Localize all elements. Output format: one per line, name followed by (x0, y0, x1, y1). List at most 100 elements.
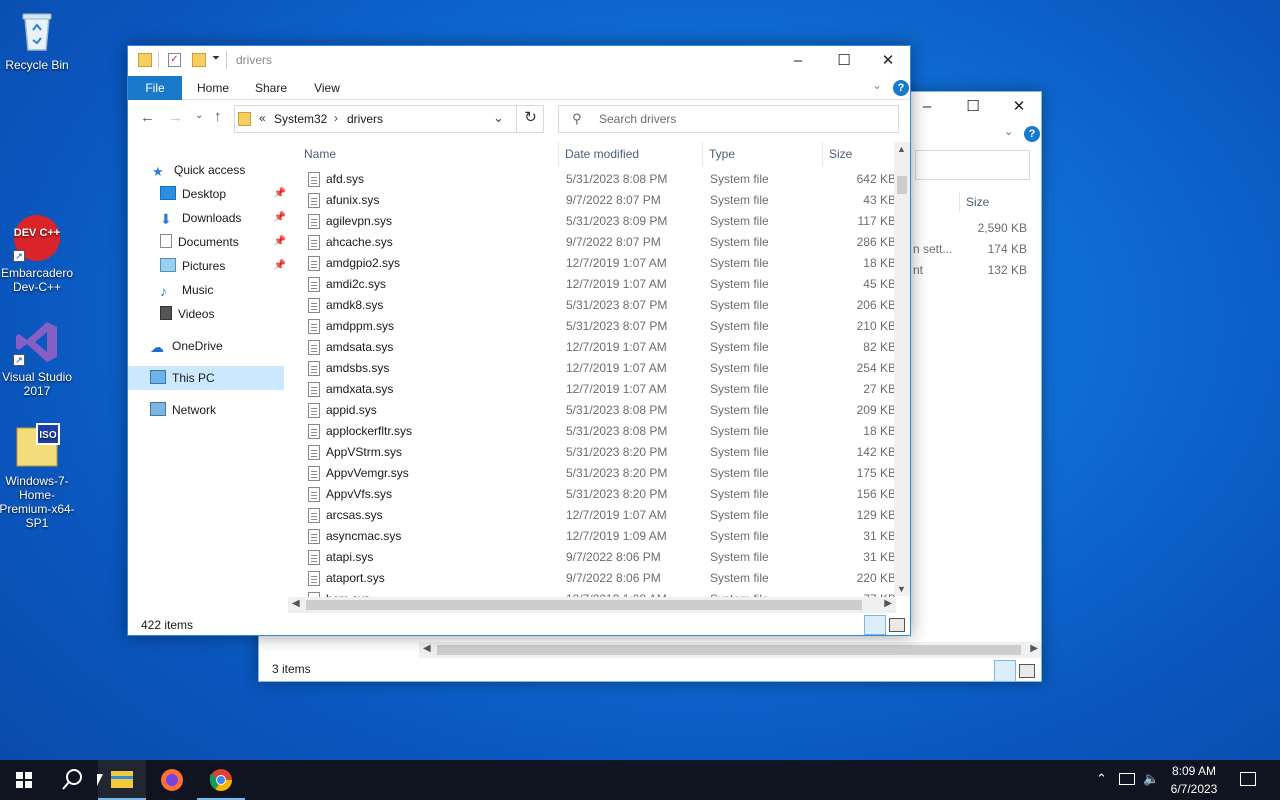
desktop-icon-iso[interactable]: ISO Windows-7-Home-Premium-x64-SP1 (0, 422, 75, 530)
breadcrumb-system32[interactable]: System32 (274, 112, 327, 126)
taskbar-chrome[interactable] (197, 760, 245, 800)
tab-file[interactable]: File (128, 76, 182, 100)
table-row[interactable]: AppvVfs.sys 5/31/2023 8:20 PM System file 1… (288, 484, 898, 505)
breadcrumb-separator-icon[interactable]: › (334, 111, 338, 125)
notifications-icon[interactable] (1240, 772, 1256, 786)
table-row[interactable]: ahcache.sys 9/7/2022 8:07 PM System file 28… (288, 232, 898, 253)
table-row[interactable]: amdxata.sys 12/7/2019 1:07 AM System file 2… (288, 379, 898, 400)
scrollbar-thumb[interactable] (437, 645, 1021, 655)
pin-icon[interactable]: 📌 (274, 182, 286, 206)
close-button[interactable]: ✕ (865, 46, 911, 76)
tab-view[interactable]: View (302, 76, 352, 100)
scroll-down-icon[interactable]: ▼ (897, 584, 906, 594)
scroll-left-icon[interactable]: ◀ (292, 598, 300, 609)
sidebar-item-desktop[interactable]: Desktop 📌 (160, 182, 286, 206)
help-icon[interactable]: ? (1024, 126, 1040, 142)
tray-chevron-up-icon[interactable]: ⌃ (1096, 771, 1107, 787)
taskbar-file-explorer[interactable] (98, 760, 146, 800)
column-header-size[interactable]: Size (823, 142, 893, 166)
table-row[interactable]: appid.sys 5/31/2023 8:08 PM System file 209… (288, 400, 898, 421)
customize-toolbar-icon[interactable]: ⏷ (212, 53, 220, 64)
sidebar-item-videos[interactable]: Videos (160, 302, 214, 326)
table-row[interactable]: amdsata.sys 12/7/2019 1:07 AM System file 8… (288, 337, 898, 358)
table-row[interactable]: AppVStrm.sys 5/31/2023 8:20 PM System file… (288, 442, 898, 463)
sidebar-item-downloads[interactable]: ⬇ Downloads 📌 (160, 206, 286, 230)
breadcrumb-drivers[interactable]: drivers (347, 112, 383, 126)
table-row[interactable]: arcsas.sys 12/7/2019 1:07 AM System file 12… (288, 505, 898, 526)
recent-locations-icon[interactable]: ⌄ (195, 110, 203, 121)
chevron-down-icon[interactable]: ⌄ (872, 78, 882, 92)
tab-home[interactable]: Home (188, 76, 238, 100)
network-status-icon[interactable] (1119, 773, 1135, 785)
back-arrow-icon[interactable]: ← (140, 109, 155, 126)
details-view-icon[interactable] (864, 615, 886, 635)
tab-share[interactable]: Share (246, 76, 296, 100)
pin-icon[interactable]: 📌 (274, 254, 286, 278)
sidebar-item-quick-access[interactable]: ★ Quick access (152, 158, 245, 182)
maximize-button[interactable]: ☐ (821, 46, 867, 76)
scrollbar-thumb[interactable] (897, 176, 907, 194)
search-button[interactable] (48, 760, 96, 800)
table-row[interactable]: AppvVemgr.sys 5/31/2023 8:20 PM System fil… (288, 463, 898, 484)
sidebar-item-music[interactable]: ♪ Music (160, 278, 213, 302)
table-row[interactable]: amdsbs.sys 12/7/2019 1:07 AM System file 25… (288, 358, 898, 379)
forward-arrow-icon[interactable]: → (168, 109, 183, 126)
table-row[interactable]: atapi.sys 9/7/2022 8:06 PM System file 31 K… (288, 547, 898, 568)
scroll-up-icon[interactable]: ▲ (897, 144, 906, 154)
maximize-button[interactable]: ☐ (950, 92, 996, 122)
horizontal-scrollbar[interactable]: ◀ ▶ (288, 597, 896, 613)
up-arrow-icon[interactable]: ↑ (214, 108, 222, 125)
taskbar-firefox[interactable] (148, 760, 196, 800)
horizontal-scrollbar[interactable]: ◀ ▶ (419, 642, 1041, 658)
scroll-left-icon[interactable]: ◀ (423, 643, 431, 654)
large-icons-view-icon[interactable] (1019, 664, 1035, 678)
scroll-right-icon[interactable]: ▶ (1030, 643, 1038, 654)
table-row[interactable]: applockerfltr.sys 5/31/2023 8:08 PM System… (288, 421, 898, 442)
table-row[interactable]: ataport.sys 9/7/2022 8:06 PM System file 22… (288, 568, 898, 589)
properties-icon[interactable]: ✓ (168, 53, 181, 67)
column-header-date[interactable]: Date modified (559, 142, 703, 166)
sidebar-item-onedrive[interactable]: ☁ OneDrive (150, 334, 223, 358)
table-row[interactable]: afd.sys 5/31/2023 8:08 PM System file 642 K… (288, 169, 898, 190)
pin-icon[interactable]: 📌 (274, 206, 286, 230)
search-input[interactable]: ⚲ Search drivers (558, 105, 899, 133)
chevron-down-icon[interactable]: ⌄ (1004, 125, 1013, 138)
refresh-button[interactable]: ↻ (516, 105, 544, 133)
search-input[interactable] (915, 150, 1030, 180)
sidebar-item-this-pc[interactable]: This PC (128, 366, 284, 390)
address-bar[interactable]: « System32 › drivers ⌄ (234, 105, 544, 133)
address-dropdown-icon[interactable]: ⌄ (493, 110, 504, 126)
desktop-icon-devcpp[interactable]: DEV C++ ↗ Embarcadero Dev-C++ (0, 214, 75, 294)
table-row[interactable]: amdi2c.sys 12/7/2019 1:07 AM System file 45… (288, 274, 898, 295)
new-folder-icon[interactable] (192, 53, 206, 67)
details-view-icon[interactable] (994, 660, 1016, 682)
minimize-button[interactable]: – (775, 46, 821, 76)
sidebar-item-network[interactable]: Network (150, 398, 216, 422)
desktop-icon-visual-studio[interactable]: ↗ Visual Studio 2017 (0, 318, 75, 398)
explorer-window[interactable]: ✓ ⏷ drivers – ☐ ✕ File Home Share View ⌄… (127, 45, 911, 636)
table-row[interactable]: asyncmac.sys 12/7/2019 1:09 AM System file… (288, 526, 898, 547)
clock-date[interactable]: 6/7/2023 (1159, 782, 1229, 796)
pin-icon[interactable]: 📌 (274, 230, 286, 254)
help-icon[interactable]: ? (893, 80, 909, 96)
column-header-name[interactable]: Name (298, 142, 559, 166)
sidebar-item-pictures[interactable]: Pictures 📌 (160, 254, 286, 278)
table-row[interactable]: amdppm.sys 5/31/2023 8:07 PM System file 21… (288, 316, 898, 337)
close-button[interactable]: ✕ (996, 92, 1042, 122)
breadcrumb-overflow[interactable]: « (259, 111, 266, 125)
table-row[interactable]: amdk8.sys 5/31/2023 8:07 PM System file 206… (288, 295, 898, 316)
column-header-size[interactable]: Size (959, 192, 1031, 212)
scrollbar-thumb[interactable] (306, 600, 862, 610)
start-button[interactable] (0, 760, 48, 800)
vertical-scrollbar[interactable]: ▲ ▼ (894, 142, 910, 596)
volume-muted-icon[interactable]: 🔈 (1143, 771, 1159, 787)
table-row[interactable]: agilevpn.sys 5/31/2023 8:09 PM System file… (288, 211, 898, 232)
table-row[interactable]: amdgpio2.sys 12/7/2019 1:07 AM System file… (288, 253, 898, 274)
large-icons-view-icon[interactable] (889, 618, 905, 632)
scroll-right-icon[interactable]: ▶ (884, 598, 892, 609)
table-row[interactable]: afunix.sys 9/7/2022 8:07 PM System file 43 … (288, 190, 898, 211)
sidebar-item-documents[interactable]: Documents 📌 (160, 230, 286, 254)
column-header-type[interactable]: Type (703, 142, 823, 166)
desktop-icon-recycle-bin[interactable]: Recycle Bin (0, 6, 75, 72)
clock-time[interactable]: 8:09 AM (1159, 764, 1229, 778)
